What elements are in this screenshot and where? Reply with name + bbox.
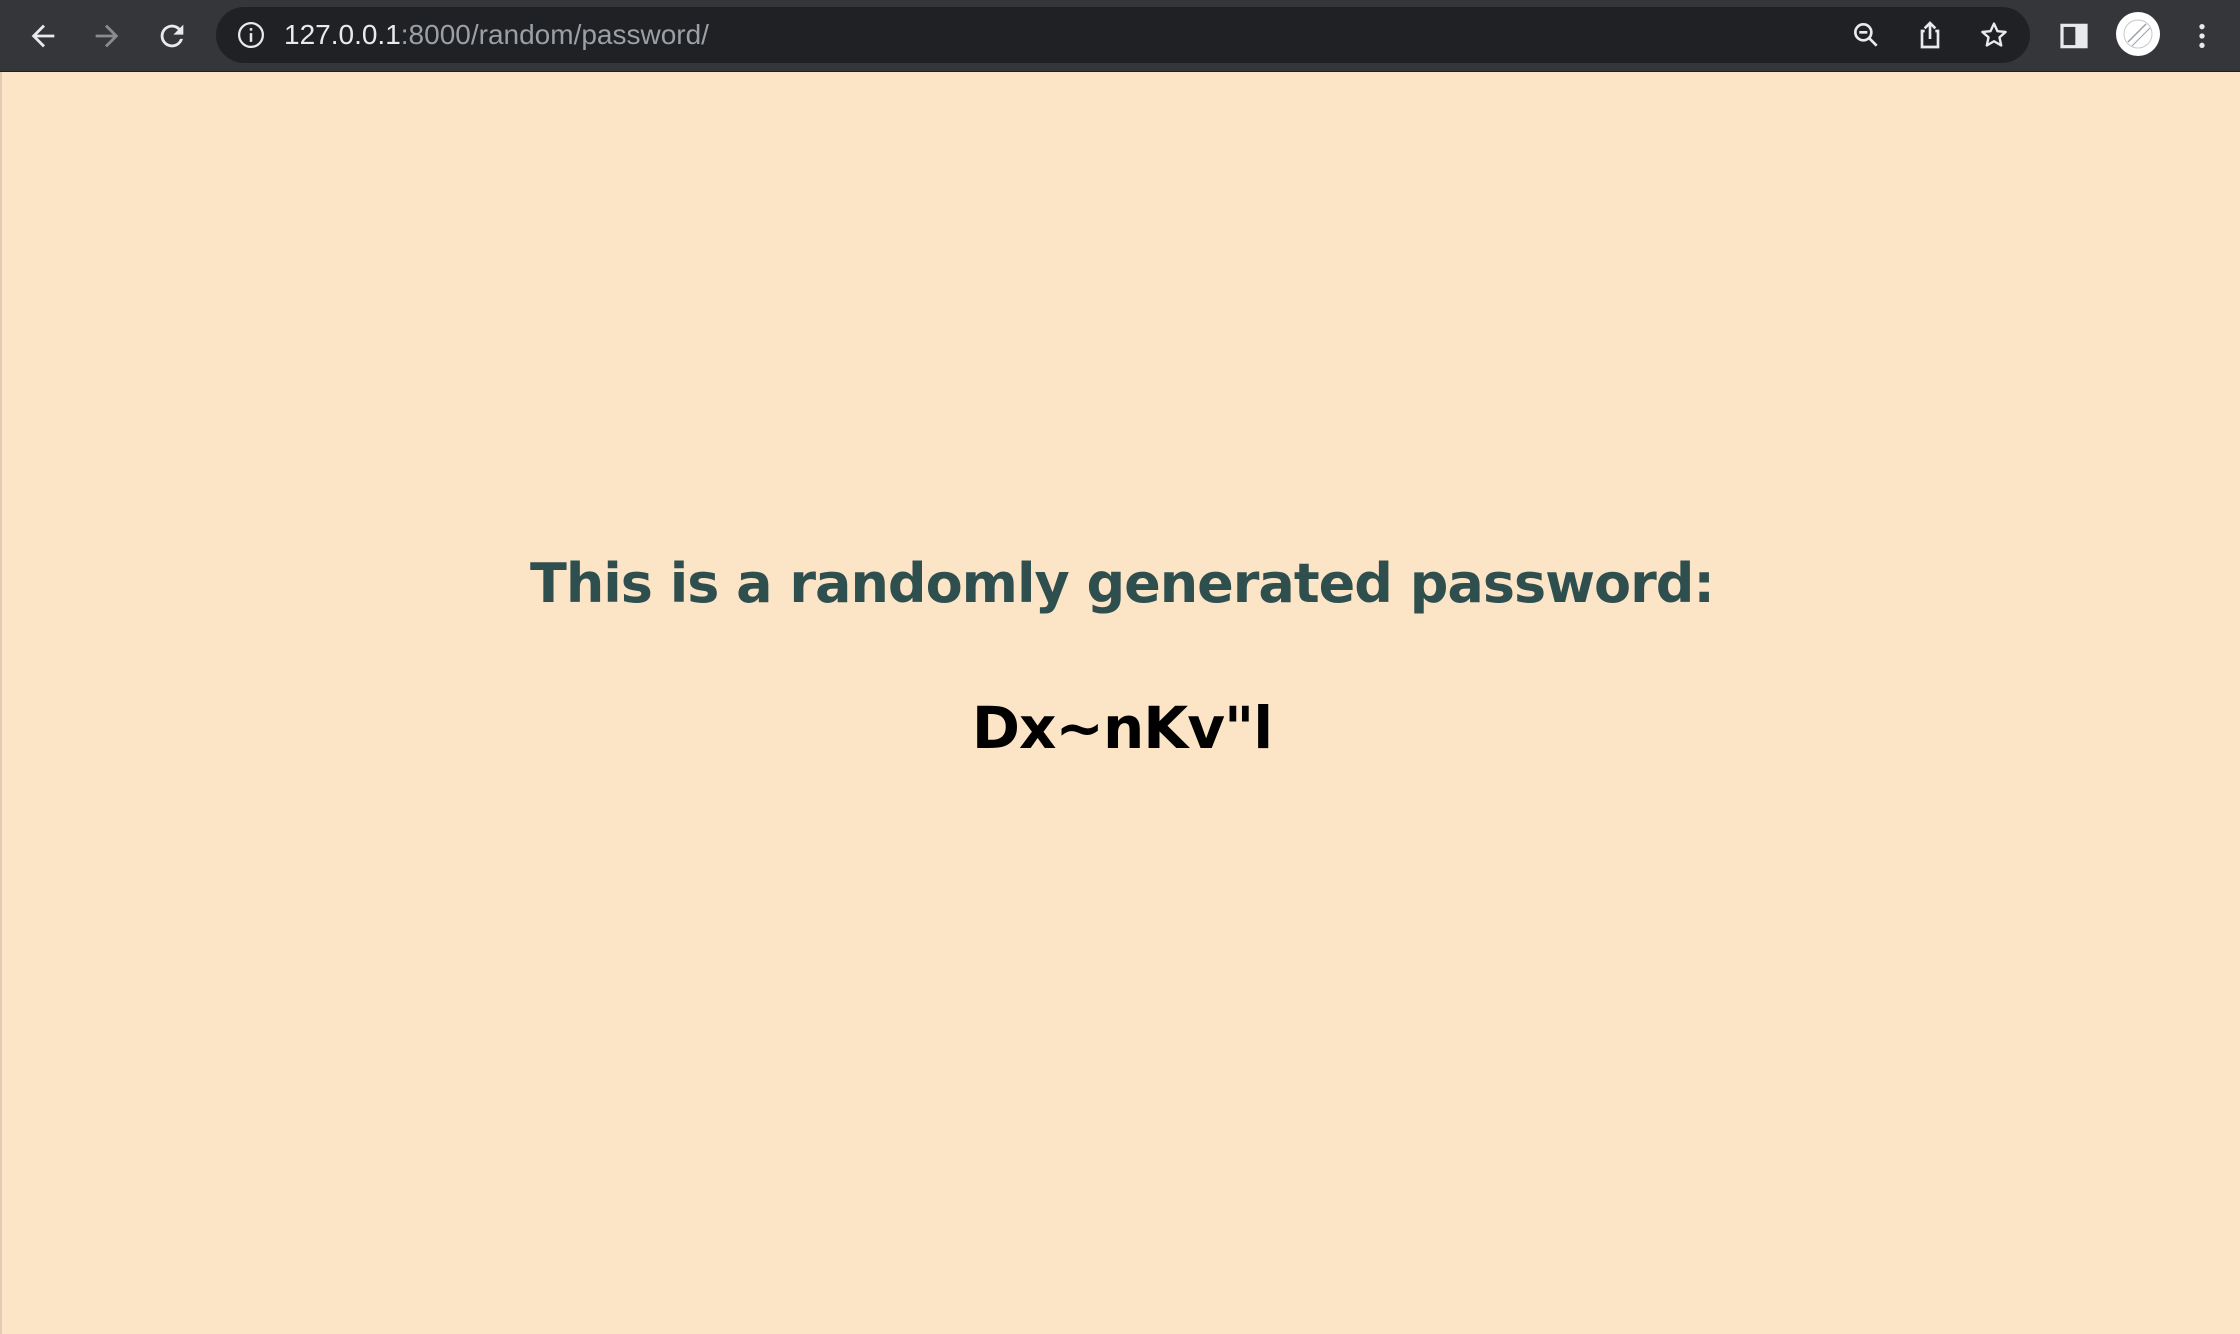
- kebab-menu-icon: [2199, 24, 2205, 48]
- share-icon: [1920, 21, 1940, 49]
- bookmark-button[interactable]: [1978, 19, 2010, 51]
- star-icon: [1981, 22, 2007, 47]
- side-panel-button[interactable]: [2052, 14, 2096, 58]
- address-bar[interactable]: 127.0.0.1:8000/random/password/: [216, 7, 2030, 63]
- generated-password: Dx~nKv"l: [971, 694, 1273, 762]
- forward-button[interactable]: [85, 14, 129, 58]
- browser-toolbar: 127.0.0.1:8000/random/password/: [0, 0, 2240, 72]
- avatar[interactable]: [2116, 12, 2160, 56]
- info-icon[interactable]: [236, 20, 266, 50]
- forward-arrow-icon: [95, 24, 119, 48]
- reload-button[interactable]: [150, 14, 194, 58]
- side-panel-icon: [2060, 23, 2088, 49]
- profile-icon: [2117, 13, 2159, 55]
- back-arrow-icon: [31, 24, 55, 48]
- reload-icon: [160, 24, 184, 48]
- zoom-button[interactable]: [1850, 19, 1882, 51]
- menu-button[interactable]: [2180, 14, 2224, 58]
- url-host: 127.0.0.1: [284, 19, 401, 50]
- url-text[interactable]: 127.0.0.1:8000/random/password/: [284, 7, 709, 63]
- share-button[interactable]: [1914, 19, 1946, 51]
- page-content: This is a randomly generated password: D…: [0, 72, 2240, 1334]
- zoom-icon: [1854, 22, 1878, 47]
- page-heading: This is a randomly generated password:: [529, 552, 1715, 615]
- back-button[interactable]: [21, 14, 65, 58]
- url-path: :8000/random/password/: [400, 19, 709, 50]
